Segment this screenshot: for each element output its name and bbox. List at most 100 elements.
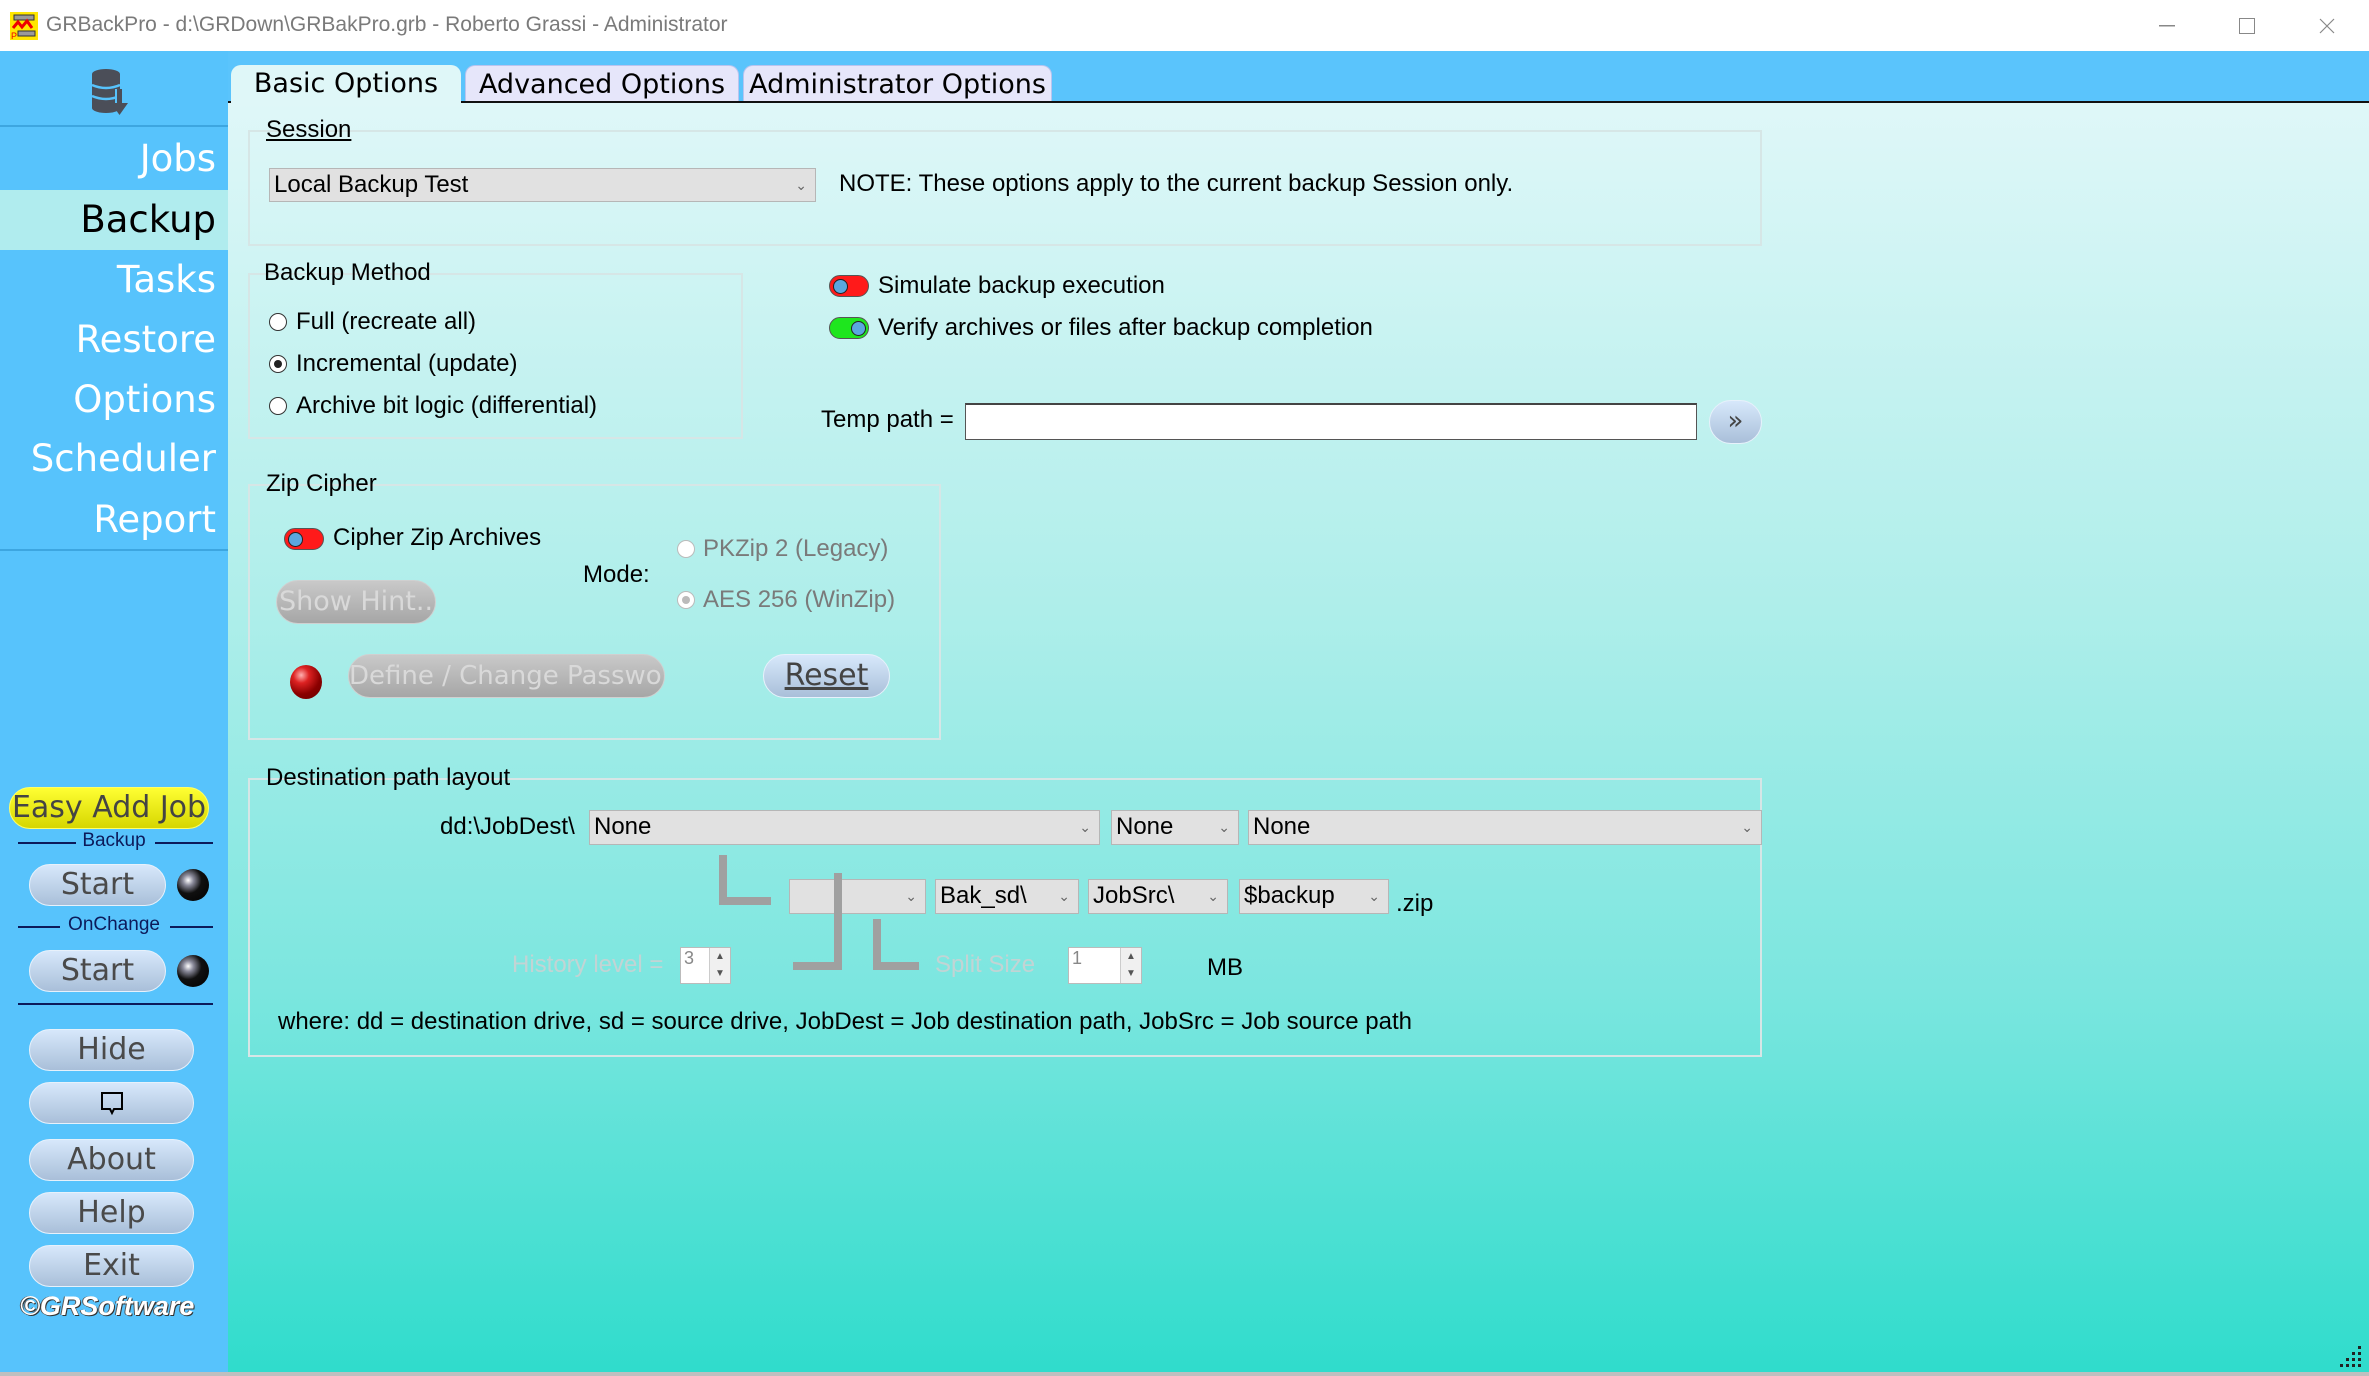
history-level-value: 3 bbox=[684, 948, 695, 968]
cipher-zip-toggle[interactable] bbox=[284, 528, 324, 550]
divider bbox=[18, 1003, 213, 1005]
chevron-down-icon: ⌄ bbox=[1368, 888, 1380, 904]
maximize-icon bbox=[2239, 17, 2255, 34]
divider bbox=[155, 842, 213, 844]
toggle-knob bbox=[833, 279, 848, 294]
chevron-down-icon: ⌄ bbox=[1218, 819, 1230, 835]
resize-grip-icon[interactable] bbox=[2340, 1344, 2364, 1368]
split-size-spinner[interactable]: 1 ▲ ▼ bbox=[1068, 947, 1142, 984]
radio-incremental[interactable] bbox=[269, 355, 287, 373]
define-password-button[interactable]: Define / Change Password bbox=[348, 654, 665, 698]
path-connector bbox=[719, 897, 771, 905]
sidebar-item-restore[interactable]: Restore bbox=[0, 310, 228, 370]
show-hint-button[interactable]: Show Hint.. bbox=[276, 580, 436, 624]
radio-aes256[interactable] bbox=[677, 591, 695, 609]
divider bbox=[18, 926, 60, 928]
dest-select-6-value: JobSrc\ bbox=[1093, 882, 1175, 909]
radio-full-label[interactable]: Full (recreate all) bbox=[296, 308, 476, 336]
chevron-down-icon: ⌄ bbox=[1058, 888, 1070, 904]
cipher-zip-label[interactable]: Cipher Zip Archives bbox=[333, 524, 541, 552]
radio-pkzip-label[interactable]: PKZip 2 (Legacy) bbox=[703, 535, 888, 563]
sidebar-item-tasks[interactable]: Tasks bbox=[0, 250, 228, 310]
dest-select-3[interactable]: None ⌄ bbox=[1248, 810, 1762, 845]
temp-path-label: Temp path = bbox=[821, 406, 954, 433]
mode-label: Mode: bbox=[583, 561, 650, 588]
radio-aes256-label[interactable]: AES 256 (WinZip) bbox=[703, 586, 895, 614]
split-size-value: 1 bbox=[1072, 948, 1083, 968]
chevron-down-icon: ⌄ bbox=[795, 177, 807, 193]
destination-title: Destination path layout bbox=[266, 764, 511, 791]
temp-path-browse-button[interactable]: » bbox=[1709, 400, 1762, 444]
temp-path-input[interactable] bbox=[965, 403, 1697, 440]
reset-label: Reset bbox=[784, 658, 869, 693]
verify-toggle[interactable] bbox=[829, 317, 869, 339]
radio-archive-bit-label[interactable]: Archive bit logic (differential) bbox=[296, 392, 597, 420]
speech-bubble-icon bbox=[100, 1092, 123, 1116]
sidebar-divider bbox=[0, 125, 228, 127]
backup-start-button[interactable]: Start bbox=[29, 864, 166, 906]
dest-select-5[interactable]: Bak_sd\ ⌄ bbox=[935, 879, 1079, 914]
dest-select-6[interactable]: JobSrc\ ⌄ bbox=[1088, 879, 1228, 914]
chevron-down-icon: ⌄ bbox=[1207, 888, 1219, 904]
dest-select-4[interactable]: ⌄ bbox=[789, 879, 926, 914]
radio-full[interactable] bbox=[269, 313, 287, 331]
tab-basic-options[interactable]: Basic Options bbox=[231, 65, 461, 105]
easy-add-job-button[interactable]: Easy Add Job bbox=[9, 787, 209, 829]
sidebar-item-report[interactable]: Report bbox=[0, 490, 228, 550]
destination-legend: where: dd = destination drive, sd = sour… bbox=[278, 1008, 1412, 1035]
password-status-led bbox=[290, 665, 322, 699]
dest-select-7-value: $backup bbox=[1244, 882, 1335, 909]
tab-strip-line bbox=[461, 101, 2369, 103]
dest-select-2-value: None bbox=[1116, 813, 1174, 840]
path-connector bbox=[834, 919, 842, 970]
comment-button[interactable] bbox=[29, 1082, 194, 1124]
tab-administrator-options[interactable]: Administrator Options bbox=[743, 65, 1052, 103]
maximize-button[interactable] bbox=[2207, 0, 2287, 51]
onchange-section-label: OnChange bbox=[68, 914, 160, 935]
spinner-arrows[interactable]: ▲ ▼ bbox=[1120, 948, 1141, 983]
copyright-label: ©GRSoftware bbox=[20, 1291, 195, 1321]
dest-select-2[interactable]: None ⌄ bbox=[1111, 810, 1239, 845]
split-size-label: Split Size bbox=[935, 951, 1036, 978]
onchange-start-button[interactable]: Start bbox=[29, 950, 166, 992]
simulate-toggle[interactable] bbox=[829, 275, 869, 297]
sidebar: Jobs Backup Tasks Restore Options Schedu… bbox=[0, 51, 228, 1373]
session-select-value: Local Backup Test bbox=[274, 171, 469, 198]
sidebar-item-backup[interactable]: Backup bbox=[0, 190, 228, 250]
simulate-label[interactable]: Simulate backup execution bbox=[878, 272, 1165, 300]
path-connector bbox=[873, 962, 919, 970]
history-level-spinner[interactable]: 3 ▲ ▼ bbox=[680, 947, 731, 984]
radio-pkzip[interactable] bbox=[677, 540, 695, 558]
chevron-down-icon: ⌄ bbox=[1079, 819, 1091, 835]
close-button[interactable] bbox=[2287, 0, 2367, 51]
reset-button[interactable]: Reset bbox=[763, 654, 890, 698]
help-button[interactable]: Help bbox=[29, 1192, 194, 1234]
window-title: GRBackPro - d:\GRDown\GRBakPro.grb - Rob… bbox=[46, 13, 728, 36]
radio-archive-bit[interactable] bbox=[269, 397, 287, 415]
tab-strip-line bbox=[228, 101, 231, 103]
session-select[interactable]: Local Backup Test ⌄ bbox=[269, 168, 816, 202]
dest-prefix-label: dd:\JobDest\ bbox=[440, 813, 575, 840]
sidebar-item-scheduler[interactable]: Scheduler bbox=[0, 429, 228, 489]
dest-select-1[interactable]: None ⌄ bbox=[589, 810, 1100, 845]
zip-extension-label: .zip bbox=[1396, 890, 1434, 917]
path-connector bbox=[834, 873, 842, 919]
toggle-knob bbox=[851, 321, 866, 336]
exit-button[interactable]: Exit bbox=[29, 1245, 194, 1287]
app-icon: P bbox=[10, 12, 38, 41]
taskbar-edge bbox=[0, 1372, 2369, 1376]
tab-advanced-options[interactable]: Advanced Options bbox=[465, 65, 739, 103]
verify-label[interactable]: Verify archives or files after backup co… bbox=[878, 314, 1373, 342]
backup-status-led bbox=[177, 869, 209, 901]
sidebar-item-jobs[interactable]: Jobs bbox=[0, 129, 228, 189]
radio-incremental-label[interactable]: Incremental (update) bbox=[296, 350, 517, 378]
about-button[interactable]: About bbox=[29, 1139, 194, 1181]
dest-select-7[interactable]: $backup ⌄ bbox=[1239, 879, 1389, 914]
minimize-icon bbox=[2159, 24, 2175, 26]
spinner-arrows[interactable]: ▲ ▼ bbox=[709, 948, 730, 983]
divider bbox=[170, 926, 213, 928]
minimize-button[interactable] bbox=[2127, 0, 2207, 51]
hide-button[interactable]: Hide bbox=[29, 1029, 194, 1071]
sidebar-item-options[interactable]: Options bbox=[0, 370, 228, 430]
dest-select-3-value: None bbox=[1253, 813, 1311, 840]
